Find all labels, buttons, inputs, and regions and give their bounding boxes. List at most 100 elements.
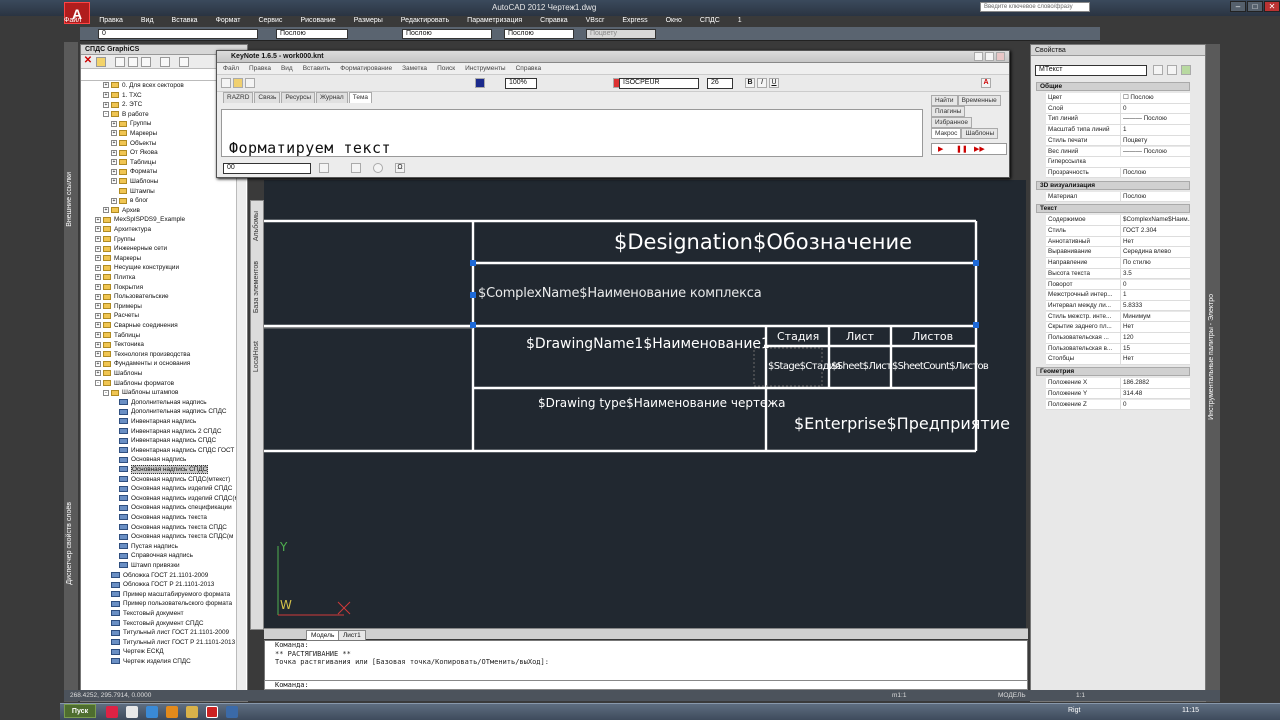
tree-item[interactable]: Текстовый документ <box>103 609 184 619</box>
open-icon[interactable] <box>233 78 243 88</box>
tree-item[interactable]: Обложка ГОСТ Р 21.1101-2013 <box>103 580 214 590</box>
italic-button[interactable]: I <box>757 78 767 88</box>
keynote-minimize-button[interactable] <box>974 52 983 61</box>
tree-item[interactable]: - Шаблоны штампов <box>103 388 178 398</box>
linetype-combo[interactable]: Послою <box>402 29 492 39</box>
tab-element-base[interactable]: База элементов <box>253 261 260 313</box>
expand-icon[interactable]: + <box>95 235 101 242</box>
tree-item[interactable]: + Плитка <box>95 273 135 283</box>
grip-handle[interactable] <box>973 260 979 266</box>
tree-item[interactable]: - Шаблоны форматов <box>95 379 174 389</box>
property-value[interactable]: 186.2882 <box>1120 378 1190 388</box>
expand-icon[interactable]: + <box>95 351 101 358</box>
menu-item[interactable]: Рисование <box>296 16 339 27</box>
tree-item[interactable]: + Группы <box>111 119 151 129</box>
tab-favorites[interactable]: Избранное <box>931 117 972 128</box>
property-row[interactable]: Стиль межстр. инте... Минимум <box>1046 311 1190 323</box>
menu-item[interactable]: Вид <box>137 16 158 27</box>
table-icon[interactable] <box>351 163 361 173</box>
property-value[interactable]: 3.5 <box>1120 268 1190 279</box>
new-icon[interactable] <box>221 78 231 88</box>
menu-item[interactable]: Редактировать <box>397 16 453 27</box>
menu-item[interactable]: Правка <box>95 16 127 27</box>
tab-albums[interactable]: Альбомы <box>253 211 260 241</box>
expand-icon[interactable]: + <box>111 178 117 185</box>
expand-icon[interactable]: + <box>95 283 101 290</box>
tree-item[interactable]: Основная надпись спецификации <box>111 503 232 513</box>
keynote-tab[interactable]: Ресурсы <box>281 92 315 103</box>
expand-icon[interactable]: + <box>111 120 117 127</box>
designation-text[interactable]: $Designation$Обозначение <box>614 230 912 254</box>
property-row[interactable]: Прозрачность Послою <box>1046 167 1190 179</box>
zoom-combo[interactable]: 100% <box>505 78 537 89</box>
property-row[interactable]: Интервал между ли... 5.8333 <box>1046 300 1190 312</box>
keynote-menu-item[interactable]: Инструменты <box>465 63 506 74</box>
style-apply-icon[interactable] <box>319 163 329 173</box>
property-row[interactable]: Положение X 186.2882 <box>1046 378 1190 389</box>
tree-item[interactable]: Чертеж изделия СПДС <box>103 657 191 667</box>
property-value[interactable]: $ComplexName$Наим... <box>1120 215 1190 225</box>
expand-icon[interactable]: + <box>95 360 101 367</box>
expand-icon[interactable]: + <box>103 101 109 108</box>
property-value[interactable]: Послою <box>1120 191 1190 202</box>
copy-icon[interactable] <box>160 57 170 67</box>
tree-item[interactable]: +1. ТХС <box>103 91 142 101</box>
property-value[interactable]: ГОСТ 2.304 <box>1120 226 1190 236</box>
expand-icon[interactable]: + <box>111 168 117 175</box>
tree-item[interactable]: Основная надпись текста СПДС <box>111 523 227 533</box>
tree-item[interactable]: Основная надпись <box>111 455 186 465</box>
property-row[interactable]: Материал Послою <box>1046 191 1190 203</box>
expand-icon[interactable]: + <box>95 322 101 329</box>
property-value[interactable]: 1 <box>1120 125 1190 135</box>
menu-item[interactable]: Express <box>618 16 651 27</box>
grip-handle[interactable] <box>470 322 476 328</box>
property-row[interactable]: Межстрочный интер... 1 <box>1046 290 1190 301</box>
property-row[interactable]: Цвет ☐ Послою <box>1046 93 1190 104</box>
close-button[interactable]: ✕ <box>1264 1 1280 12</box>
tree-item[interactable]: Дополнительная надпись СПДС <box>111 407 227 417</box>
expand-icon[interactable]: + <box>95 370 101 377</box>
property-value[interactable]: Нет <box>1120 322 1190 332</box>
tree-item[interactable]: Пример масштабируемого формата <box>103 590 230 600</box>
tree-item[interactable]: + Маркеры <box>111 129 157 139</box>
expand-icon[interactable]: + <box>95 245 101 252</box>
property-row[interactable]: Положение Y 314.48 <box>1046 388 1190 400</box>
expand-icon[interactable]: + <box>103 82 109 89</box>
expand-icon[interactable]: + <box>111 139 117 146</box>
menu-item[interactable]: Сервис <box>254 16 286 27</box>
property-row[interactable]: Пользовательская в... 15 <box>1046 343 1190 355</box>
property-row[interactable]: Масштаб типа линий 1 <box>1046 125 1190 136</box>
tree-item[interactable]: + Маркеры <box>95 254 141 264</box>
menu-item[interactable]: Параметризация <box>463 16 526 27</box>
property-value[interactable]: 5.8333 <box>1120 300 1190 311</box>
search-input[interactable]: Введите ключевое слово/фразу <box>980 2 1090 12</box>
tab-macros[interactable]: Макрос <box>931 128 962 139</box>
property-row[interactable]: Стиль ГОСТ 2.304 <box>1046 226 1190 237</box>
tree-item[interactable]: Основная надпись текста <box>111 513 207 523</box>
property-value[interactable]: Минимум <box>1120 311 1190 322</box>
tree-item[interactable]: + Объекты <box>111 139 156 149</box>
grip-handle[interactable] <box>973 322 979 328</box>
lineweight-combo[interactable]: Послою <box>504 29 574 39</box>
color-icon[interactable] <box>475 78 485 88</box>
property-section-header[interactable]: Общие <box>1036 82 1190 91</box>
expand-icon[interactable]: + <box>111 197 117 204</box>
grip-handle[interactable] <box>470 292 476 298</box>
expand-icon[interactable]: + <box>111 130 117 137</box>
expand-icon[interactable]: + <box>111 159 117 166</box>
emoji-icon[interactable] <box>373 163 383 173</box>
tree-item[interactable]: + Технология производства <box>95 350 190 360</box>
property-row[interactable]: Содержимое $ComplexName$Наим... <box>1046 215 1190 226</box>
tree-item[interactable]: Основная надпись изделий СПДС(м <box>111 494 239 504</box>
keynote-menu-item[interactable]: Справка <box>516 63 542 74</box>
menu-item[interactable]: Файл <box>60 16 85 27</box>
tree-item[interactable]: + Таблицы <box>95 331 140 341</box>
grip-handle[interactable] <box>470 260 476 266</box>
stage-text[interactable]: $Stage$Стадия <box>768 361 841 372</box>
menu-item[interactable]: 1 <box>734 16 746 27</box>
expand-icon[interactable]: + <box>95 312 101 319</box>
app-icon[interactable] <box>186 706 198 718</box>
tree-item[interactable]: Чертеж ЕСКД <box>103 647 164 657</box>
color-combo[interactable]: Послою <box>276 29 348 39</box>
tree-item[interactable]: Основная надпись текста СПДС(м <box>111 532 233 542</box>
